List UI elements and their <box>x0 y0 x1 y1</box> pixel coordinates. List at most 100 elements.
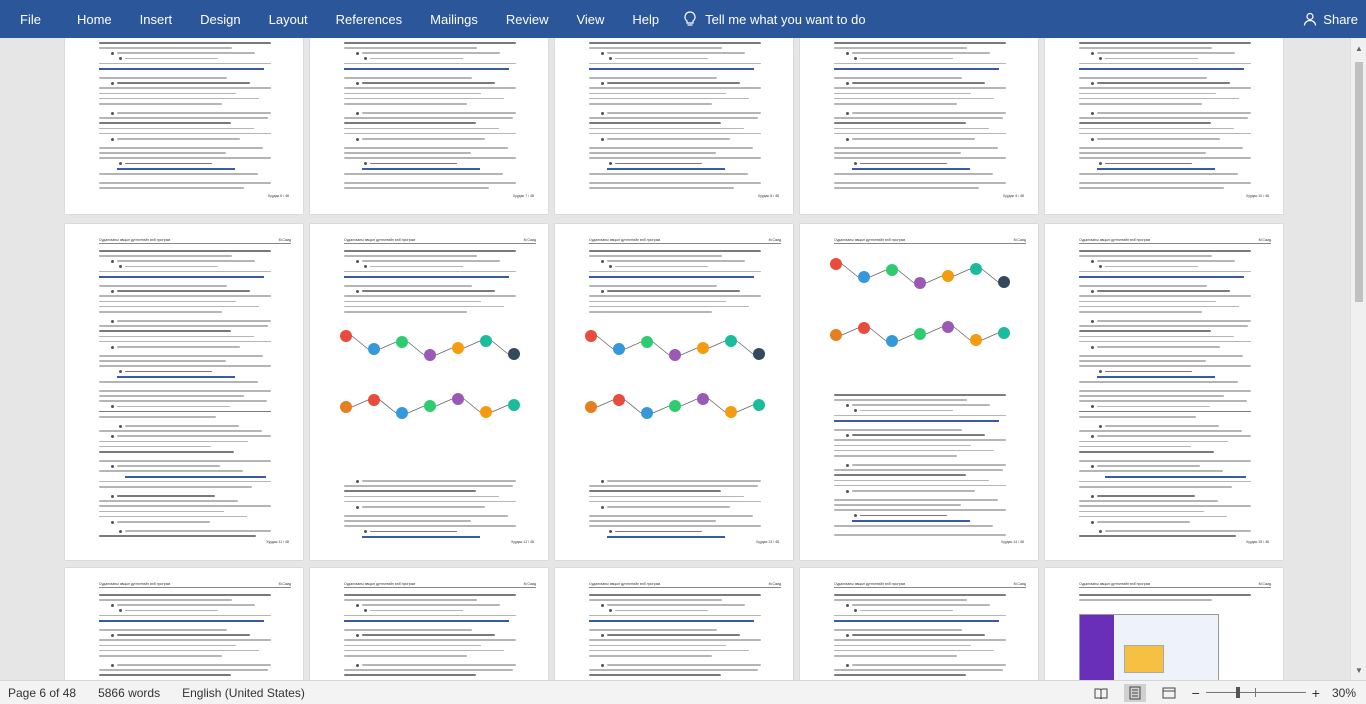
text-line <box>125 265 218 268</box>
text-line <box>125 609 218 612</box>
tell-me-box[interactable]: Tell me what you want to do <box>673 11 866 27</box>
text-line <box>1079 147 1243 149</box>
document-page[interactable]: Судалгааны явцын дүгнэлтийн вэб програм М… <box>800 224 1038 560</box>
text-line <box>852 634 985 636</box>
text-line <box>99 629 227 631</box>
bullet-icon <box>846 663 849 667</box>
section-heading-line <box>117 375 235 378</box>
document-page[interactable]: Хуудас 10 / 48 <box>1045 38 1283 214</box>
document-page[interactable]: Судалгааны явцын дүгнэлтийн вэб програм М… <box>310 224 548 560</box>
text-line <box>607 82 740 84</box>
tab-references[interactable]: References <box>322 0 416 38</box>
text-line <box>834 92 971 95</box>
zoom-slider-knob[interactable] <box>1235 687 1240 698</box>
text-line <box>1079 132 1251 135</box>
document-page[interactable]: Судалгааны явцын дүгнэлтийн вэб програм М… <box>800 568 1038 680</box>
tab-layout[interactable]: Layout <box>255 0 322 38</box>
language-indicator[interactable]: English (United States) <box>182 686 305 700</box>
text-line <box>607 506 730 508</box>
document-page[interactable]: Судалгааны явцын дүгнэлтийн вэб програм М… <box>1045 224 1283 560</box>
text-line <box>99 669 268 671</box>
scroll-thumb[interactable] <box>1355 62 1363 302</box>
text-line <box>362 112 516 114</box>
zoom-in-icon[interactable]: + <box>1312 685 1320 701</box>
web-layout-icon[interactable] <box>1158 684 1180 702</box>
bullet-icon <box>111 137 114 141</box>
text-line <box>99 674 231 676</box>
text-line <box>860 609 953 612</box>
text-line <box>344 639 516 641</box>
word-count[interactable]: 5866 words <box>98 686 160 700</box>
tab-file[interactable]: File <box>0 0 63 38</box>
text-line <box>589 250 761 252</box>
text-line <box>344 300 481 303</box>
text-line <box>589 187 734 189</box>
page-count[interactable]: Page 6 of 48 <box>8 686 76 700</box>
document-page[interactable]: Судалгааны явцын дүгнэлтийн вэб програм М… <box>310 568 548 680</box>
document-page[interactable]: Судалгааны явцын дүгнэлтийн вэб програм М… <box>555 568 793 680</box>
text-line <box>99 42 271 44</box>
text-line <box>852 52 990 54</box>
read-mode-icon[interactable] <box>1090 684 1112 702</box>
scroll-up-icon[interactable]: ▲ <box>1354 44 1364 54</box>
diagram-node-icon <box>753 348 765 360</box>
text-line <box>344 644 481 647</box>
share-button[interactable]: Share <box>1303 0 1358 38</box>
tab-review[interactable]: Review <box>492 0 563 38</box>
page-number: Хуудас 6 / 48 <box>267 194 289 198</box>
bullet-icon <box>111 259 114 263</box>
document-page[interactable]: Судалгааны явцын дүгнэлтийн вэб програм М… <box>65 568 303 680</box>
document-page[interactable]: Судалгааны явцын дүгнэлтийн вэб програм М… <box>1045 568 1283 680</box>
text-line <box>99 360 226 362</box>
text-line <box>607 664 761 666</box>
document-page[interactable]: Хуудас 8 / 48 <box>555 38 793 214</box>
text-line <box>370 609 463 612</box>
text-line <box>1105 370 1192 373</box>
bullet-icon <box>601 137 604 141</box>
document-page[interactable]: Судалгааны явцын дүгнэлтийн вэб програм М… <box>555 224 793 560</box>
document-page[interactable]: Судалгааны явцын дүгнэлтийн вэб програм М… <box>65 224 303 560</box>
tab-view[interactable]: View <box>562 0 618 38</box>
bullet-icon <box>846 489 849 493</box>
text-line <box>125 162 212 165</box>
bullet-icon <box>364 162 367 166</box>
bullet-icon <box>1091 289 1094 293</box>
text-line <box>99 445 211 448</box>
text-line <box>1079 365 1251 367</box>
bullet-icon <box>601 663 604 667</box>
text-line <box>615 162 702 165</box>
diagram-node-icon <box>697 342 709 354</box>
text-line <box>99 77 227 79</box>
document-page[interactable]: Хуудас 6 / 48 <box>65 38 303 214</box>
print-layout-icon[interactable] <box>1123 683 1146 702</box>
tab-help[interactable]: Help <box>618 0 673 38</box>
vertical-scrollbar[interactable]: ▲ ▼ <box>1350 38 1366 680</box>
diagram-connector <box>596 399 614 408</box>
document-page[interactable]: Хуудас 7 / 48 <box>310 38 548 214</box>
text-line <box>1079 157 1251 159</box>
page-number: Хуудас 15 / 48 <box>1245 540 1269 544</box>
document-page[interactable]: Хуудас 9 / 48 <box>800 38 1038 214</box>
zoom-slider[interactable] <box>1205 687 1306 698</box>
text-line <box>117 465 220 467</box>
text-line <box>1105 425 1219 427</box>
text-line <box>344 87 516 89</box>
text-line <box>99 270 271 273</box>
bullet-icon <box>356 51 359 55</box>
tab-insert[interactable]: Insert <box>126 0 187 38</box>
text-line <box>589 295 761 297</box>
document-area[interactable]: Хуудас 6 / 48 Хуудас 7 / 48 Хуудас 8 / 48 Х… <box>0 38 1350 680</box>
diagram-connector <box>736 404 754 413</box>
text-line <box>589 599 722 601</box>
text-line <box>99 644 236 647</box>
text-line <box>589 669 758 671</box>
text-line <box>99 340 271 343</box>
zoom-out-icon[interactable]: − <box>1192 685 1200 701</box>
scroll-down-icon[interactable]: ▼ <box>1354 666 1364 676</box>
tab-design[interactable]: Design <box>186 0 254 38</box>
tab-mailings[interactable]: Mailings <box>416 0 492 38</box>
page-header-author: М.Саид <box>1013 582 1026 586</box>
text-line <box>362 634 495 636</box>
zoom-level[interactable]: 30% <box>1332 686 1356 700</box>
tab-home[interactable]: Home <box>63 0 126 38</box>
